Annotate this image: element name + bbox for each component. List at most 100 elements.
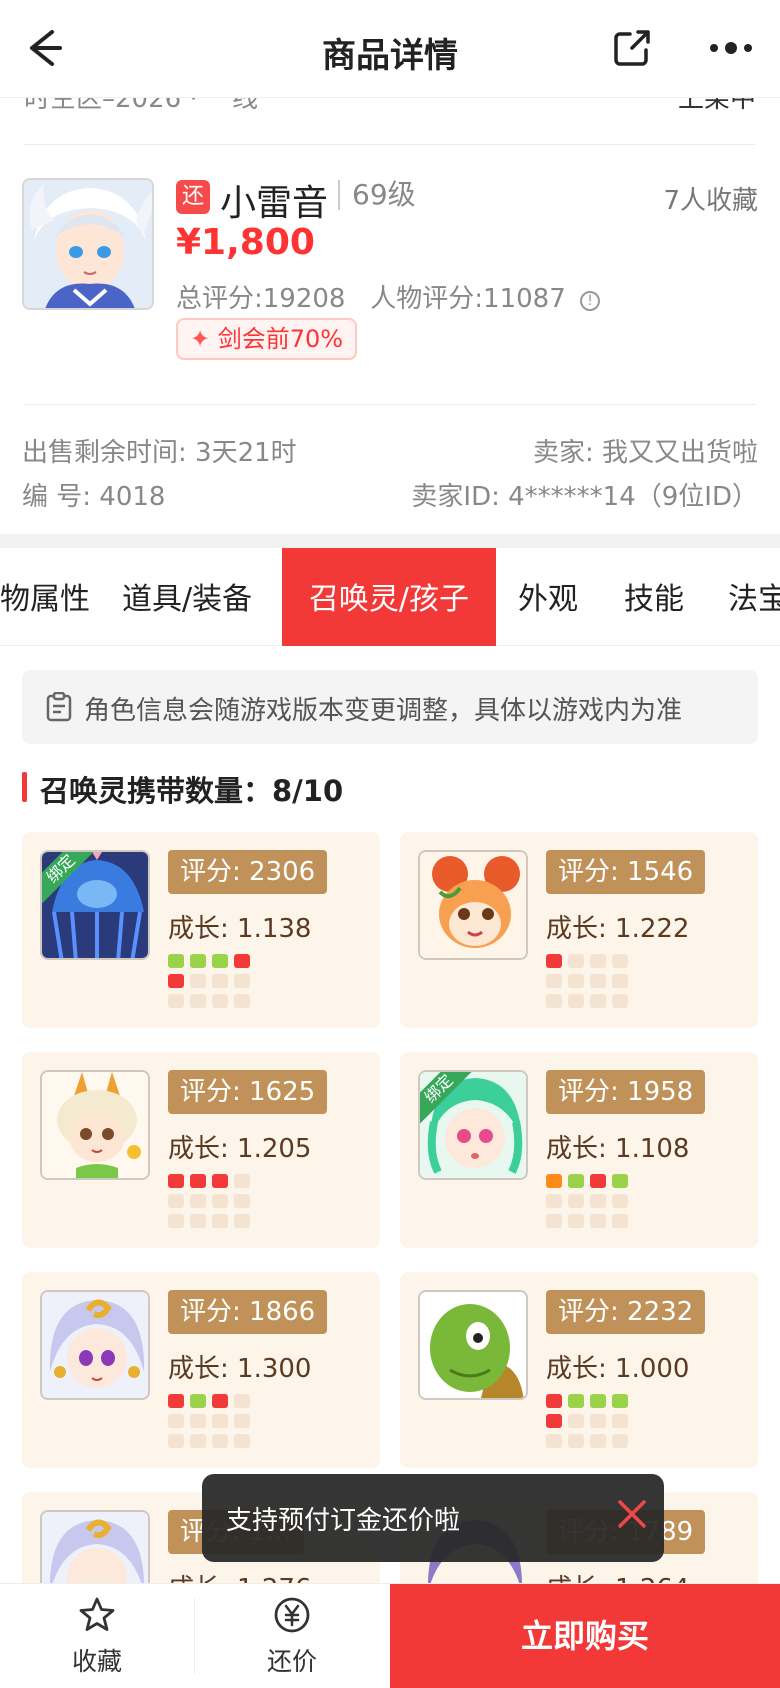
bargain-label: 还价 [266, 1647, 317, 1676]
close-icon[interactable] [614, 1496, 650, 1532]
skill-dot [568, 1394, 584, 1408]
skill-dot [546, 994, 562, 1008]
pet-card[interactable]: 评分: 1625 成长: 1.205 [22, 1052, 380, 1248]
skill-dot [234, 994, 250, 1008]
skill-dot [546, 1174, 562, 1188]
skill-dot [590, 954, 606, 968]
skill-dot [168, 1414, 184, 1428]
pet-card[interactable]: 评分: 1866 成长: 1.300 [22, 1272, 380, 1468]
pet-portrait [418, 1290, 528, 1400]
skill-dots [168, 1174, 258, 1234]
info-icon[interactable]: ! [580, 291, 601, 311]
skill-dot [190, 974, 206, 988]
skill-dot [234, 954, 250, 968]
tab-treasures[interactable]: 法宝 [728, 548, 780, 646]
buy-now-button[interactable]: 立即购买 [390, 1584, 780, 1688]
skill-dot [546, 1394, 562, 1408]
skill-dot [190, 1214, 206, 1228]
divider [24, 404, 756, 405]
skill-dot [212, 1174, 228, 1188]
pet-growth: 成长: 1.300 [168, 1354, 312, 1384]
skill-dot [568, 994, 584, 1008]
total-score: 总评分:19208 [176, 284, 346, 314]
skill-dot [212, 1394, 228, 1408]
notice-text: 角色信息会随游戏版本变更调整，具体以游戏内为准 [84, 696, 683, 726]
clipboard-icon [46, 692, 72, 722]
product-detail-page: 商品详情 时空区–2026 · 一线 上架中 还 小雷音 69级 7人收藏 ¥1… [0, 0, 780, 1688]
skill-dot [168, 994, 184, 1008]
skill-dot [234, 1394, 250, 1408]
skill-dot [190, 994, 206, 1008]
skill-dot [612, 1214, 628, 1228]
skill-dot [212, 954, 228, 968]
tab-attributes[interactable]: 物属性 [0, 548, 90, 646]
skill-dot [168, 1394, 184, 1408]
pet-card[interactable]: 评分: 1546 成长: 1.222 [400, 832, 758, 1028]
rank-badge-text: 剑会前70% [217, 325, 344, 353]
skill-dot [234, 1214, 250, 1228]
skill-dots [168, 1394, 258, 1454]
character-avatar[interactable] [22, 178, 154, 310]
yuan-coin-icon [274, 1597, 310, 1633]
skill-dot [590, 1214, 606, 1228]
favorite-button[interactable]: 收藏 [0, 1584, 194, 1688]
favorite-count: 7人收藏 [663, 186, 758, 216]
pet-score: 评分: 2232 [546, 1290, 706, 1334]
bargain-tag: 还 [176, 180, 210, 214]
seller-name: 卖家: 我又又出货啦 [532, 438, 758, 468]
star-outline-icon [79, 1597, 115, 1631]
section-title: 召唤灵携带数量：8/10 [40, 774, 344, 808]
bargain-button[interactable]: 还价 [195, 1584, 389, 1688]
more-options-icon[interactable] [706, 26, 756, 70]
skill-dot [546, 1414, 562, 1428]
pet-card[interactable]: 评分: 2232 成长: 1.000 [400, 1272, 758, 1468]
skill-dot [568, 1214, 584, 1228]
skill-dot [590, 1174, 606, 1188]
skill-dots [168, 954, 258, 1014]
section-accent-bar [22, 772, 27, 802]
pet-score: 评分: 1866 [168, 1290, 328, 1334]
skill-dot [546, 1434, 562, 1448]
skill-dot [190, 954, 206, 968]
tab-items-equipment[interactable]: 道具/装备 [122, 548, 252, 646]
pet-growth: 成长: 1.108 [546, 1134, 690, 1164]
time-left: 出售剩余时间: 3天21时 [22, 438, 297, 468]
favorite-label: 收藏 [71, 1647, 122, 1676]
tab-summons-children[interactable]: 召唤灵/孩子 [282, 548, 496, 646]
skill-dot [168, 1434, 184, 1448]
skill-dot [546, 1194, 562, 1208]
tab-appearance[interactable]: 外观 [518, 548, 578, 646]
pet-score: 评分: 1546 [546, 850, 706, 894]
skill-dot [190, 1194, 206, 1208]
score-line: 总评分:19208 人物评分:11087 ! [176, 278, 601, 315]
skill-dot [546, 1214, 562, 1228]
skill-dots [546, 1174, 636, 1234]
star-icon: ✦ [190, 325, 211, 353]
seller-id: 卖家ID: 4******14（9位ID） [411, 482, 758, 512]
skill-dot [612, 1394, 628, 1408]
skill-dots [546, 1394, 636, 1454]
rank-badge: ✦ 剑会前70% [176, 318, 358, 360]
skill-dot [612, 974, 628, 988]
skill-dot [168, 974, 184, 988]
info-notice: 角色信息会随游戏版本变更调整，具体以游戏内为准 [22, 670, 758, 744]
skill-dot [590, 994, 606, 1008]
page-title: 商品详情 [322, 36, 458, 76]
section-separator [0, 534, 780, 548]
skill-dot [546, 974, 562, 988]
price: ¥1,800 [176, 222, 315, 263]
skill-dot [612, 1414, 628, 1428]
skill-dot [168, 1174, 184, 1188]
skill-dot [234, 974, 250, 988]
skill-dot [590, 1194, 606, 1208]
pet-card[interactable]: 绑定 评分: 1958 成长: 1.108 [400, 1052, 758, 1248]
skill-dot [590, 974, 606, 988]
tab-skills[interactable]: 技能 [624, 548, 684, 646]
pet-card[interactable]: 绑定 评分: 2306 成长: 1.138 [22, 832, 380, 1028]
divider [24, 144, 756, 145]
skill-dot [212, 1214, 228, 1228]
skill-dot [568, 1434, 584, 1448]
share-icon[interactable] [610, 26, 654, 70]
skill-dot [612, 1194, 628, 1208]
skill-dot [568, 974, 584, 988]
